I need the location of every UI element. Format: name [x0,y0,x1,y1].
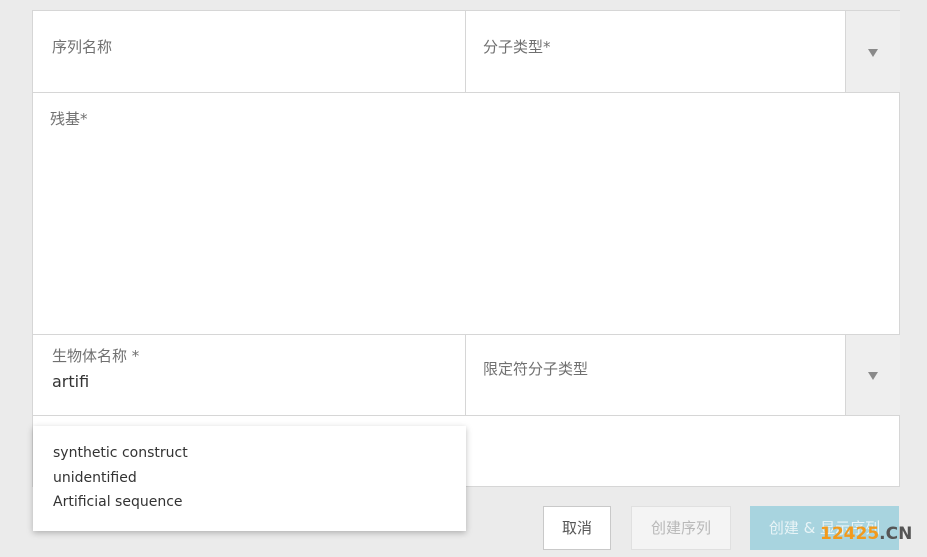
suggestion-item[interactable]: Artificial sequence [33,494,466,519]
qualifier-molecule-type-label: 限定符分子类型 [483,360,589,378]
residues-label: 残基* [50,110,88,128]
molecule-type-label: 分子类型* [483,38,551,56]
create-sequence-form: 序列名称 分子类型* 残基* 生物体名称 * artifi 限定符分子类型 [32,10,900,487]
qualifier-type-dropdown-button[interactable] [845,335,900,415]
suggestion-item[interactable]: unidentified [33,470,466,495]
create-sequence-button[interactable]: 创建序列 [631,506,731,550]
suggestion-item[interactable]: synthetic construct [33,445,466,470]
organism-name-field[interactable]: 生物体名称 * artifi [33,335,465,415]
cancel-button[interactable]: 取消 [543,506,611,550]
chevron-down-icon [868,48,878,57]
molecule-type-select[interactable]: 分子类型* [466,11,845,92]
sequence-name-field[interactable]: 序列名称 [33,11,465,92]
residues-textarea[interactable]: 残基* [33,93,899,334]
organism-name-input[interactable]: artifi [52,372,89,391]
molecule-type-dropdown-button[interactable] [845,11,900,92]
watermark-logo: 12425.CN [820,524,912,544]
watermark-number: 12425 [820,524,880,544]
organism-name-label: 生物体名称 * [52,347,140,365]
sequence-name-label: 序列名称 [52,38,113,56]
qualifier-molecule-type-select[interactable]: 限定符分子类型 [466,335,845,415]
chevron-down-icon [868,372,878,380]
organism-suggestions-dropdown: synthetic construct unidentified Artific… [33,426,466,531]
watermark-domain: .CN [879,524,913,544]
